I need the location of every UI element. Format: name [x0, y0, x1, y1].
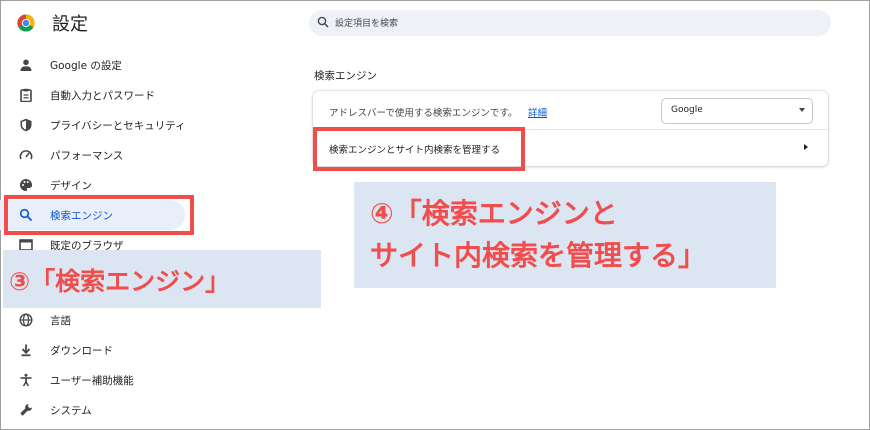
address-bar-engine-label: アドレスバーで使用する検索エンジンです。	[329, 108, 518, 119]
section-title: 検索エンジン	[314, 70, 377, 82]
globe-icon	[19, 313, 33, 327]
sidebar-item-privacy[interactable]: プライバシーとセキュリティ	[0, 110, 190, 140]
dropdown-arrow-icon	[799, 108, 805, 112]
sidebar-item-performance[interactable]: パフォーマンス	[0, 140, 190, 170]
sidebar-item-downloads[interactable]: ダウンロード	[0, 335, 190, 365]
chevron-right-icon[interactable]	[804, 144, 808, 150]
search-icon	[317, 16, 329, 28]
palette-icon	[20, 179, 33, 191]
sidebar-item-languages[interactable]: 言語	[0, 305, 190, 335]
detail-link[interactable]: 詳細	[528, 105, 547, 119]
sidebar-item-label: 自動入力とパスワード	[50, 90, 155, 102]
shield-icon	[20, 118, 32, 132]
page-title: 設定	[52, 14, 88, 35]
chrome-logo-icon	[17, 14, 35, 32]
sidebar-item-label: デザイン	[50, 180, 92, 192]
sidebar-item-autofill[interactable]: 自動入力とパスワード	[0, 80, 190, 110]
sidebar-item-label: Google の設定	[50, 60, 122, 72]
accessibility-icon	[20, 373, 32, 387]
download-icon	[21, 344, 31, 357]
search-input-placeholder[interactable]: 設定項目を検索	[335, 16, 398, 29]
search-engine-select[interactable]: Google	[661, 98, 813, 124]
search-engine-select-value: Google	[671, 105, 703, 115]
highlight-box-search-engine	[4, 195, 194, 235]
sidebar-item-accessibility[interactable]: ユーザー補助機能	[0, 365, 190, 395]
callout-step-4-line1: ④「検索エンジンと	[370, 197, 618, 230]
sidebar-item-label: 言語	[50, 315, 71, 327]
clipboard-icon	[20, 88, 32, 102]
sidebar-item-label: プライバシーとセキュリティ	[50, 120, 186, 132]
settings-search-bar[interactable]: 設定項目を検索	[309, 10, 831, 36]
callout-step-4-line2: サイト内検索を管理する」	[370, 239, 707, 272]
sidebar-item-label: ユーザー補助機能	[50, 375, 134, 387]
person-icon	[20, 59, 32, 71]
sidebar-item-label: ダウンロード	[50, 345, 113, 357]
sidebar-item-system[interactable]: システム	[0, 395, 190, 425]
speedometer-icon	[19, 150, 33, 160]
sidebar-item-label: システム	[50, 405, 92, 417]
wrench-icon	[20, 404, 32, 416]
sidebar-item-google-settings[interactable]: Google の設定	[0, 50, 190, 80]
callout-step-3-text: ③「検索エンジン」	[9, 267, 231, 296]
highlight-box-manage	[313, 127, 525, 171]
callout-step-4: ④「検索エンジンと サイト内検索を管理する」	[354, 182, 776, 288]
sidebar-item-label: パフォーマンス	[50, 150, 124, 162]
callout-step-3: ③「検索エンジン」	[3, 250, 321, 308]
